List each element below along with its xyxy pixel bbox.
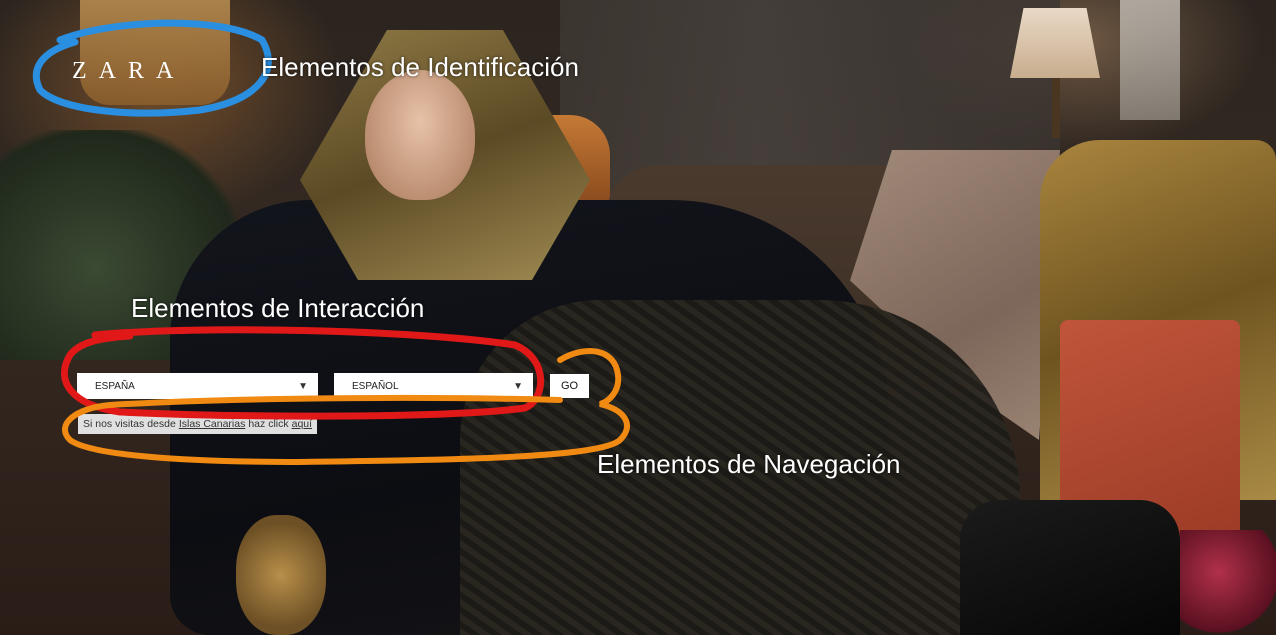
language-select-value: ESPAÑOL — [352, 380, 399, 392]
go-button[interactable]: GO — [549, 373, 590, 399]
canary-notice-prefix: Si nos visitas desde — [83, 418, 176, 430]
canary-islands-notice: Si nos visitas desde Islas Canarias haz … — [78, 414, 318, 434]
annotation-label-identification: Elementos de Identificación — [261, 52, 579, 82]
canary-islands-link[interactable]: Islas Canarias — [179, 418, 246, 430]
chevron-down-icon: ▼ — [513, 380, 523, 392]
canary-here-link[interactable]: aquí — [292, 418, 312, 430]
canary-notice-middle: haz click — [248, 418, 289, 430]
annotation-label-interaction: Elementos de Interacción — [131, 293, 425, 323]
zara-logo: ZARA — [72, 58, 186, 84]
country-select-value: ESPAÑA — [95, 380, 135, 392]
language-select[interactable]: ESPAÑOL ▼ — [334, 373, 533, 399]
annotation-label-navigation: Elementos de Navegación — [597, 449, 901, 479]
chevron-down-icon: ▼ — [298, 380, 308, 392]
country-select[interactable]: ESPAÑA ▼ — [77, 373, 318, 399]
